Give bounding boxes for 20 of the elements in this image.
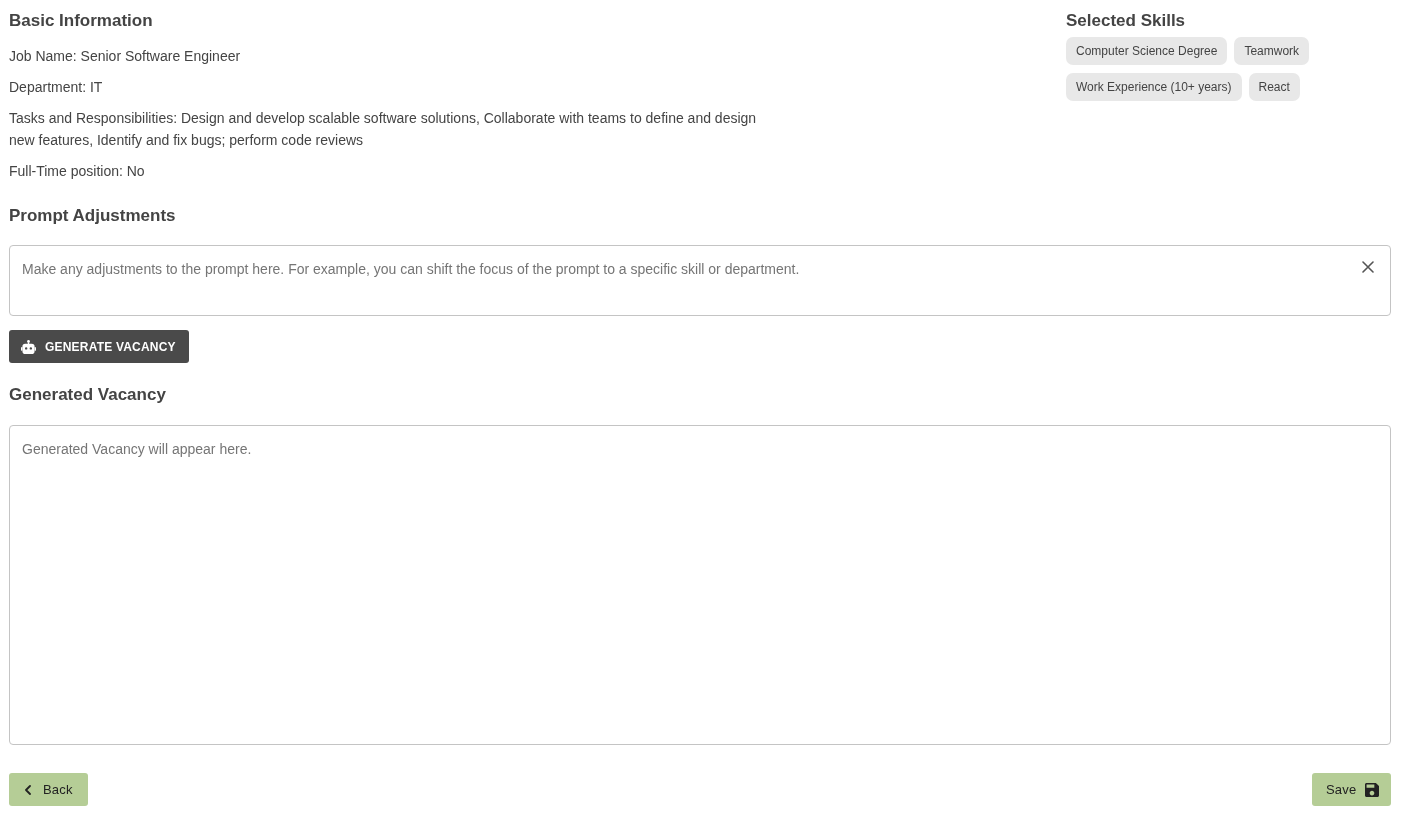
vacancy-output-field[interactable]: Generated Vacancy will appear here. xyxy=(9,425,1391,745)
detail-text: Tasks and Responsibilities: Design and develop scalable software solutions, Collaborate with teams to define and design new features, Identify and fix bugs; perform code reviews xyxy=(9,109,758,150)
section-heading: Basic Information xyxy=(9,10,154,32)
skill-tag: Teamwork xyxy=(1234,37,1310,65)
section-heading: Selected Skills xyxy=(1066,10,1187,32)
detail-text: Job Name: Senior Software Engineer xyxy=(9,47,242,66)
save-button[interactable]: Save xyxy=(1312,773,1391,806)
detail-text: Department: IT xyxy=(9,78,104,97)
prompt-field[interactable]: Make any adjustments to the prompt here. For example, you can shift the focus of the prompt to a specific skill or department. xyxy=(9,245,1391,316)
section-heading: Generated Vacancy xyxy=(9,384,167,406)
skill-tag: Computer Science Degree xyxy=(1066,37,1228,65)
close-icon[interactable] xyxy=(1362,261,1374,273)
chevron-left-icon xyxy=(25,784,31,795)
section-heading: Prompt Adjustments xyxy=(9,205,177,227)
detail-text: Full-Time position: No xyxy=(9,162,146,181)
back-button[interactable]: Back xyxy=(9,773,88,806)
skill-tag: Work Experience (10+ years) xyxy=(1066,73,1242,101)
robot-icon xyxy=(21,339,36,354)
generate-button[interactable]: GENERATE VACANCY xyxy=(9,330,189,363)
skill-tag: React xyxy=(1248,73,1300,101)
